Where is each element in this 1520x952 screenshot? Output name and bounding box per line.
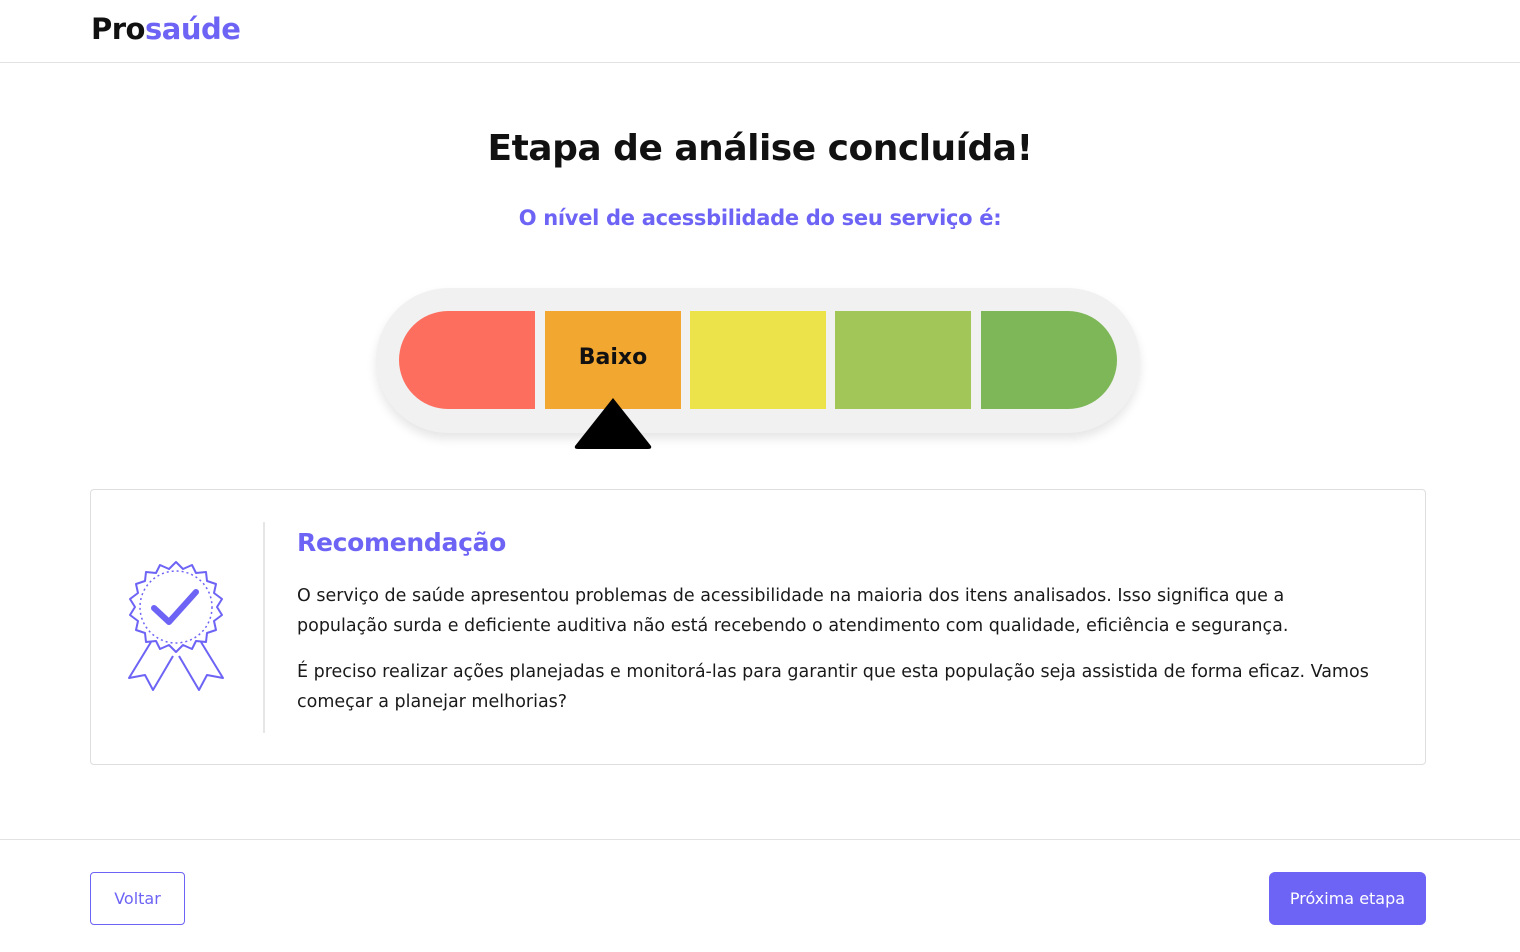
triangle-up-icon: [574, 398, 652, 449]
level-segment-5: [981, 311, 1117, 409]
accessibility-level-meter: Baixo: [376, 288, 1140, 433]
page-title: Etapa de análise concluída!: [487, 128, 1033, 169]
level-segment-3: [690, 311, 826, 409]
recommendation-paragraph-1: O serviço de saúde apresentou problemas …: [297, 586, 1289, 636]
logo-text-pro: Pro: [91, 12, 145, 46]
level-label: Baixo: [578, 345, 648, 370]
level-segment-1: [399, 311, 535, 409]
next-step-button[interactable]: Próxima etapa: [1269, 872, 1426, 925]
logo-text-saude: saúde: [144, 12, 241, 46]
page-subtitle: O nível de acessbilidade do seu serviço …: [518, 206, 1002, 230]
recommendation-title: Recomendação: [297, 528, 507, 557]
app-header: Prosaúde: [0, 0, 1520, 63]
award-badge-check-icon: [128, 561, 224, 691]
level-segment-4: [835, 311, 971, 409]
recommendation-card: Recomendação O serviço de saúde apresent…: [90, 489, 1426, 765]
logo[interactable]: Prosaúde: [91, 12, 241, 46]
card-divider: [263, 522, 265, 733]
footer-bar: Voltar Próxima etapa: [0, 839, 1520, 952]
back-button[interactable]: Voltar: [90, 872, 185, 925]
recommendation-paragraph-2: É preciso realizar ações planejadas e mo…: [297, 662, 1369, 712]
level-segment-2: Baixo: [545, 311, 681, 409]
